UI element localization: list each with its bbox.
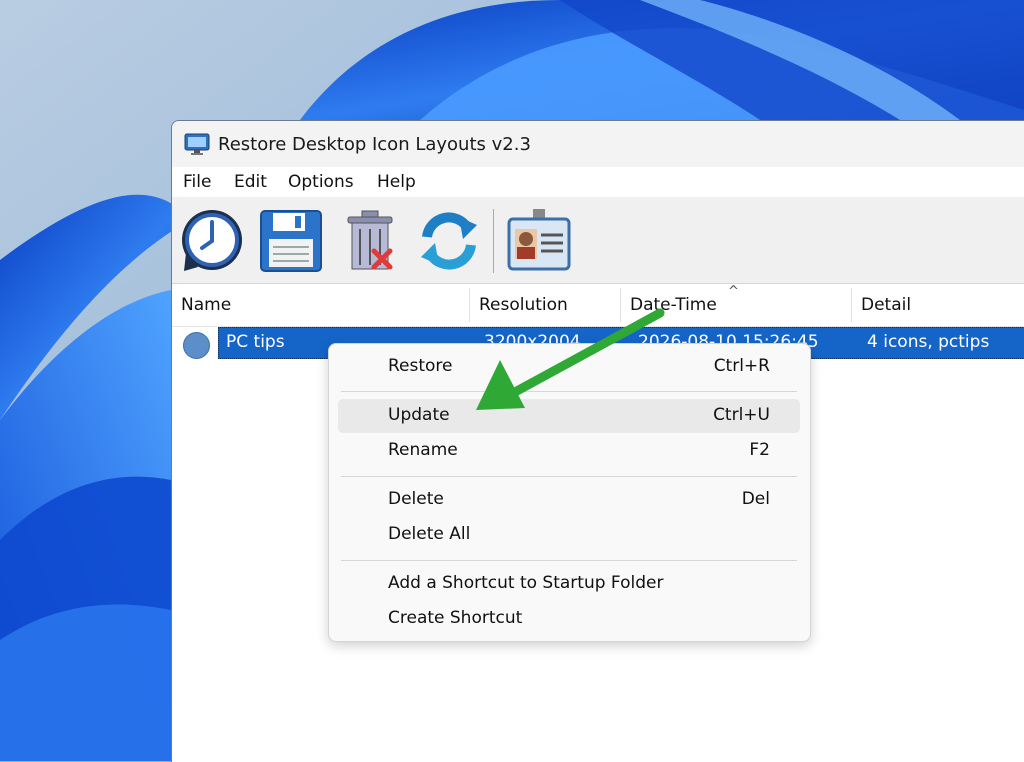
delete-trash-icon [347, 210, 393, 270]
save-floppy-icon [260, 210, 322, 272]
title-bar[interactable]: Restore Desktop Icon Layouts v2.3 [172, 121, 1024, 167]
context-separator [341, 560, 797, 561]
restore-button[interactable] [178, 207, 246, 275]
app-monitor-icon [184, 133, 210, 155]
context-item-label: Rename [388, 440, 458, 460]
save-button[interactable] [257, 207, 325, 275]
context-item-label: Add a Shortcut to Startup Folder [388, 573, 664, 593]
context-item-rename[interactable]: Rename F2 [338, 434, 800, 468]
menu-file[interactable]: File [183, 172, 211, 192]
context-item-label: Create Shortcut [388, 608, 523, 628]
column-name[interactable]: Name [172, 284, 469, 326]
context-item-label: Delete All [388, 524, 471, 544]
toolbar-separator [493, 209, 494, 273]
menu-edit[interactable]: Edit [234, 172, 267, 192]
context-item-shortcut: F2 [749, 440, 770, 460]
menu-help[interactable]: Help [377, 172, 416, 192]
cell-name: PC tips [226, 332, 285, 352]
context-item-add-startup-shortcut[interactable]: Add a Shortcut to Startup Folder [338, 567, 800, 601]
context-item-shortcut: Ctrl+U [713, 405, 770, 425]
cell-detail: 4 icons, pctips [867, 332, 990, 352]
window-title: Restore Desktop Icon Layouts v2.3 [218, 134, 531, 155]
context-item-label: Delete [388, 489, 444, 509]
refresh-icon [421, 212, 477, 270]
context-separator [341, 476, 797, 477]
context-item-update[interactable]: Update Ctrl+U [338, 399, 800, 433]
layout-icon [183, 332, 210, 359]
menu-bar: File Edit Options Help [172, 167, 1024, 197]
menu-options[interactable]: Options [288, 172, 354, 192]
context-item-delete-all[interactable]: Delete All [338, 518, 800, 552]
context-item-shortcut: Ctrl+R [713, 356, 770, 376]
context-item-create-shortcut[interactable]: Create Shortcut [338, 602, 800, 636]
sort-indicator-icon: ^ [728, 284, 739, 299]
context-item-label: Update [388, 405, 450, 425]
context-item-delete[interactable]: Delete Del [338, 483, 800, 517]
column-resolution[interactable]: Resolution [470, 284, 620, 326]
delete-button[interactable] [336, 207, 404, 275]
restore-clock-icon [182, 210, 242, 271]
context-item-restore[interactable]: Restore Ctrl+R [338, 350, 800, 384]
toolbar [172, 197, 1024, 284]
context-item-shortcut: Del [741, 489, 770, 509]
column-detail[interactable]: Detail [852, 284, 1024, 326]
id-card-icon [507, 209, 571, 271]
refresh-button[interactable] [415, 207, 483, 275]
context-item-label: Restore [388, 356, 453, 376]
list-header: Name Resolution Date-Time ^ Detail [172, 284, 1024, 327]
id-card-button[interactable] [505, 207, 573, 275]
context-menu: Restore Ctrl+R Update Ctrl+U Rename F2 D… [328, 343, 811, 642]
context-separator [341, 391, 797, 392]
